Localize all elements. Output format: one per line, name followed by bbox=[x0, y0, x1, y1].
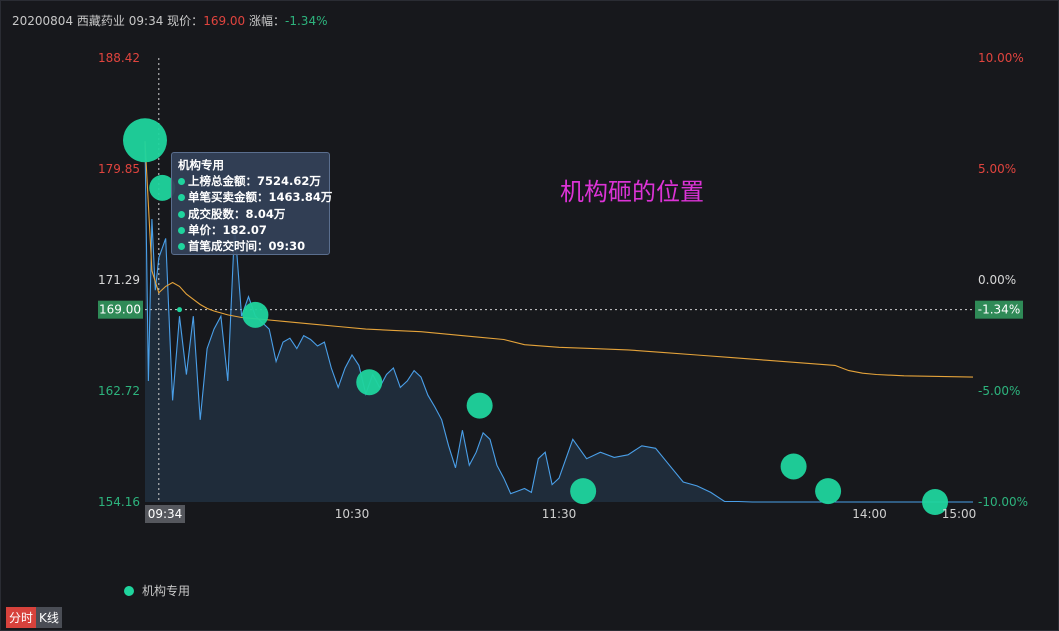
marker-tooltip: 机构专用 上榜总金额：7524.62万 单笔买卖金额：1463.84万 成交股数… bbox=[171, 152, 332, 255]
trade-marker bbox=[815, 478, 842, 505]
legend-item[interactable]: 机构专用 bbox=[124, 582, 190, 599]
y-tick-label: 162.72 bbox=[98, 384, 140, 398]
y-tick-label: 179.85 bbox=[98, 162, 140, 176]
trade-marker bbox=[780, 453, 807, 480]
tooltip-row: 单笔买卖金额：1463.84万 bbox=[178, 189, 332, 205]
tooltip-row: 首笔成交时间：09:30 bbox=[178, 238, 323, 254]
tooltip-row-text: 单价：182.07 bbox=[188, 222, 267, 237]
pct-tick-label: -5.00% bbox=[978, 384, 1020, 398]
tooltip-row: 单价：182.07 bbox=[178, 222, 323, 238]
x-tick-label: 14:00 bbox=[852, 507, 887, 521]
legend-dot-icon bbox=[124, 586, 134, 596]
tab-intraday[interactable]: 分时 bbox=[6, 607, 37, 628]
legend-label: 机构专用 bbox=[142, 584, 191, 598]
x-tick-label: 11:30 bbox=[542, 507, 577, 521]
tooltip-title: 机构专用 bbox=[178, 158, 224, 172]
tooltip-row-text: 上榜总金额：7524.62万 bbox=[188, 174, 321, 189]
crosshair-price-label: 169.00 bbox=[99, 303, 141, 317]
bullet-icon bbox=[178, 178, 185, 186]
x-tick-label: 15:00 bbox=[942, 507, 977, 521]
bullet-icon bbox=[178, 210, 185, 218]
trade-marker bbox=[570, 478, 597, 505]
crosshair-time-label: 09:34 bbox=[148, 507, 183, 521]
chart-tabs: 分时 K线 bbox=[6, 607, 62, 628]
crosshair-point bbox=[177, 307, 182, 313]
trade-marker bbox=[466, 392, 493, 419]
tooltip-row-text: 成交股数：8.04万 bbox=[188, 206, 286, 221]
intraday-chart[interactable]: 188.42 10.00% 179.85 5.00% 171.29 0.00% 162.72… bbox=[0, 0, 1059, 631]
pct-tick-label: 10.00% bbox=[978, 51, 1024, 65]
pct-tick-label: 5.00% bbox=[978, 162, 1016, 176]
tooltip-row: 上榜总金额：7524.62万 bbox=[178, 173, 323, 189]
y-tick-label: 188.42 bbox=[98, 51, 140, 65]
crosshair-change-label: -1.34% bbox=[978, 303, 1020, 317]
tooltip-row-text: 单笔买卖金额：1463.84万 bbox=[188, 190, 333, 205]
trade-marker bbox=[123, 118, 167, 163]
x-tick-label: 10:30 bbox=[335, 507, 370, 521]
y-tick-label: 154.16 bbox=[98, 495, 140, 509]
tooltip-row-text: 首笔成交时间：09:30 bbox=[188, 239, 306, 254]
trade-marker bbox=[356, 369, 383, 396]
bullet-icon bbox=[178, 243, 185, 251]
y-tick-label: 171.29 bbox=[98, 273, 140, 287]
tooltip-row: 成交股数：8.04万 bbox=[178, 206, 323, 222]
bullet-icon bbox=[178, 226, 185, 234]
pct-tick-label: 0.00% bbox=[978, 273, 1016, 287]
trade-marker bbox=[242, 301, 269, 328]
pct-tick-label: -10.00% bbox=[978, 495, 1028, 509]
bullet-icon bbox=[178, 194, 185, 202]
annotation-text: 机构砸的位置 bbox=[560, 178, 704, 206]
tab-kline[interactable]: K线 bbox=[36, 607, 62, 628]
